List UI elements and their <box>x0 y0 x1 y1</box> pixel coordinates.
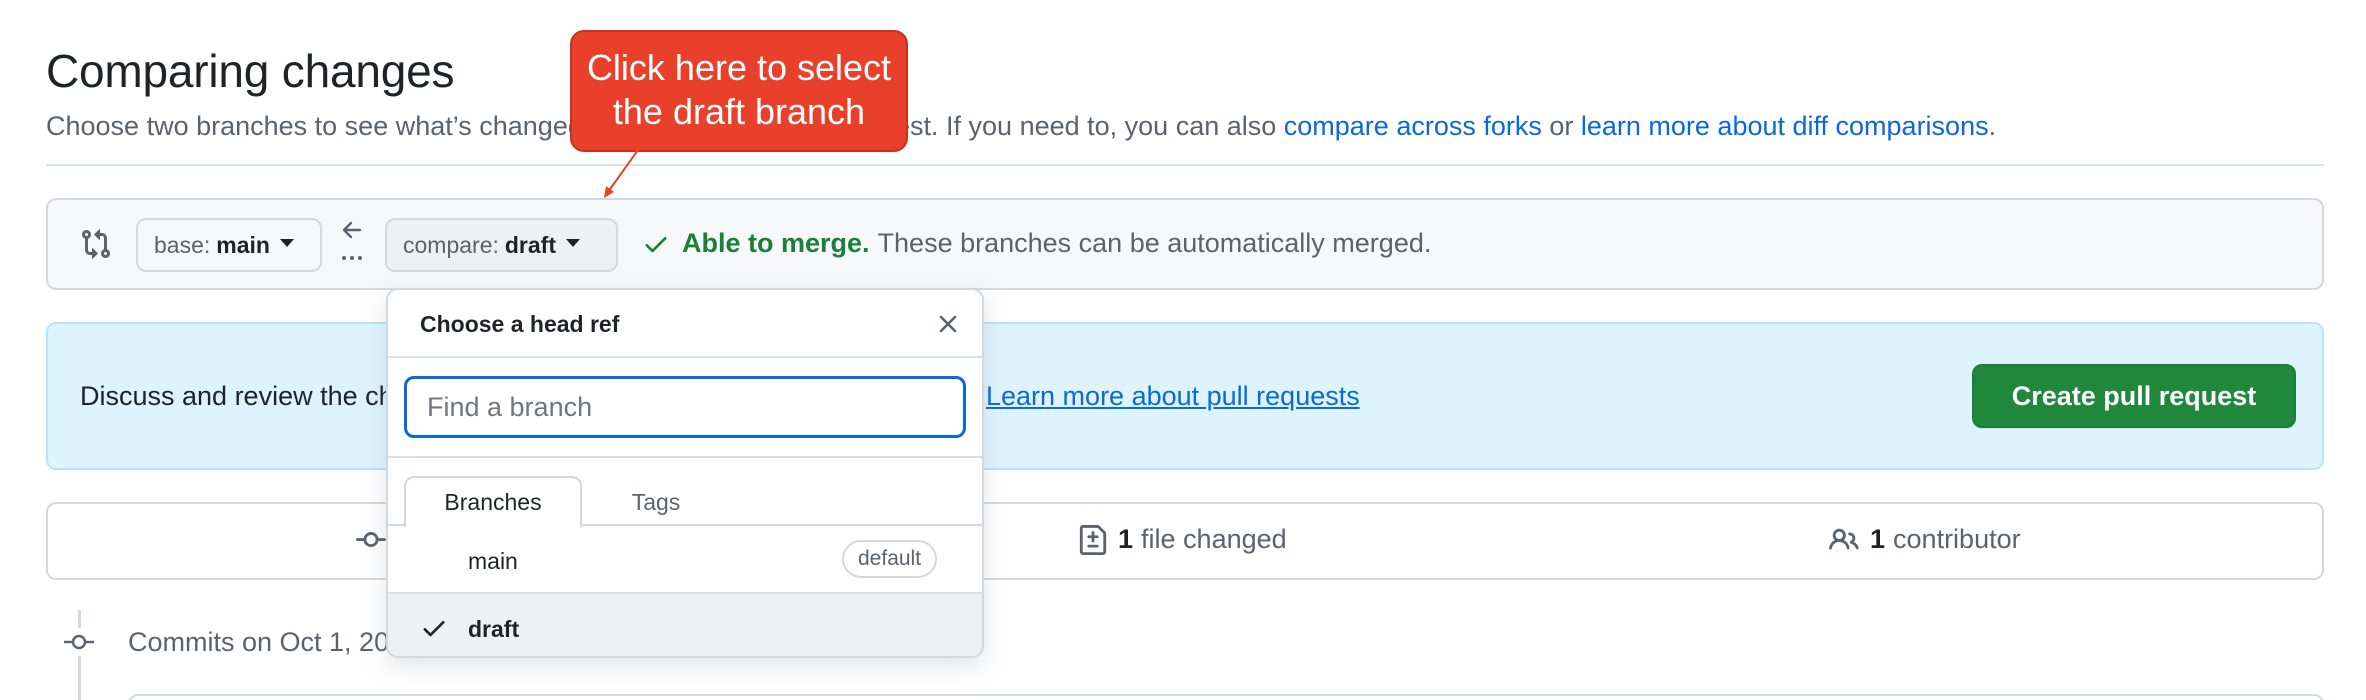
git-commit-icon <box>62 628 96 656</box>
dropdown-tabs: Branches Tags <box>388 458 982 528</box>
learn-pull-requests-link[interactable]: Learn more about pull requests <box>986 381 1360 412</box>
base-branch-value: main <box>216 231 270 258</box>
dropdown-header: Choose a head ref <box>388 290 982 358</box>
tab-branches[interactable]: Branches <box>404 476 582 528</box>
files-label: file changed <box>1141 524 1287 554</box>
close-icon[interactable] <box>936 312 960 336</box>
header-divider <box>46 164 2324 166</box>
commit-list-box <box>128 694 2324 700</box>
arrow-left-icon <box>342 221 362 260</box>
git-commit-icon <box>356 531 386 547</box>
create-pull-request-button[interactable]: Create pull request <box>1972 364 2296 428</box>
files-count: 1 <box>1118 524 1134 554</box>
branch-name: draft <box>468 616 520 642</box>
check-icon <box>645 236 667 252</box>
commits-date-heading: Commits on Oct 1, 2024 <box>128 627 420 657</box>
compare-branch-button[interactable]: compare: draft <box>385 218 618 272</box>
compare-branch-value: draft <box>504 231 556 258</box>
contributors-label: contributor <box>1893 524 2021 554</box>
merge-status: Able to merge. These branches can be aut… <box>642 228 1431 259</box>
compare-bar: base: main compare: draft Able to merge. T… <box>46 198 2324 290</box>
dropdown-search-section <box>388 360 982 458</box>
annotation-callout: Click here to select the draft branch <box>570 30 908 152</box>
subtitle-period: . <box>1988 111 1997 141</box>
contributors-count: 1 <box>1870 524 1886 554</box>
base-prefix: base: <box>154 231 211 258</box>
page-title: Comparing changes <box>46 45 455 97</box>
contributors-stat[interactable]: 1 contributor <box>1828 524 2021 555</box>
people-icon <box>1829 528 1859 549</box>
branch-name: main <box>468 548 518 574</box>
file-diff-icon <box>1079 524 1107 555</box>
git-compare-icon <box>82 229 111 259</box>
callout-pointer-arrow <box>604 149 639 198</box>
chevron-down-icon <box>566 239 580 247</box>
merge-status-text: These branches can be automatically merg… <box>877 228 1432 258</box>
dropdown-title: Choose a head ref <box>420 311 620 337</box>
compare-across-forks-link[interactable]: compare across forks <box>1284 111 1542 141</box>
page-subtitle: Choose two branches to see what’s change… <box>46 111 1996 142</box>
branch-search-input[interactable] <box>404 376 966 438</box>
branch-item-draft[interactable]: draft <box>388 594 982 656</box>
default-badge: default <box>842 540 938 578</box>
diff-comparisons-link[interactable]: learn more about diff comparisons <box>1581 111 1989 141</box>
check-icon <box>423 621 445 637</box>
base-branch-button[interactable]: base: main <box>136 218 322 272</box>
branch-item-main[interactable]: main default <box>388 526 982 594</box>
files-changed-stat[interactable]: 1 file changed <box>1078 524 1287 555</box>
compare-prefix: compare: <box>403 231 499 258</box>
head-ref-dropdown: Choose a head ref Branches Tags main def… <box>386 288 984 658</box>
subtitle-conjunction: or <box>1541 111 1581 141</box>
chevron-down-icon <box>279 239 294 247</box>
tab-tags[interactable]: Tags <box>596 476 716 528</box>
merge-ok-label: Able to merge. <box>682 228 870 258</box>
